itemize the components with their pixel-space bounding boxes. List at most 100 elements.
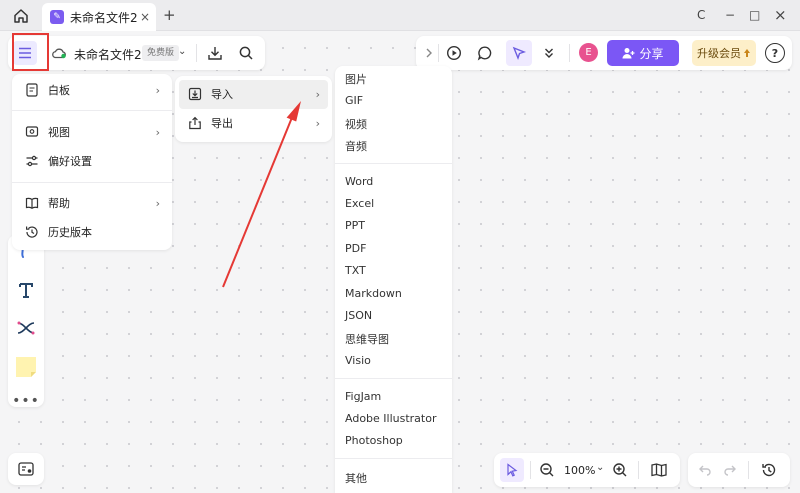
connector-icon[interactable] bbox=[15, 317, 37, 339]
book-icon bbox=[24, 195, 40, 211]
tools-panel: ••• bbox=[8, 235, 44, 409]
chevron-down-icon[interactable]: ⌄ bbox=[178, 46, 186, 57]
menu-item-label: 导入 bbox=[211, 88, 233, 101]
zoom-dropdown-icon[interactable]: ⌄ bbox=[596, 462, 604, 473]
import-option-video[interactable]: 视频 bbox=[345, 116, 367, 132]
add-tab-button[interactable]: + bbox=[163, 6, 179, 24]
import-option-audio[interactable]: 音频 bbox=[345, 138, 367, 154]
zoom-out-icon[interactable] bbox=[538, 461, 556, 479]
import-option-illustrator[interactable]: Adobe Illustrator bbox=[345, 412, 437, 425]
import-option-ppt[interactable]: PPT bbox=[345, 219, 365, 232]
comment-icon[interactable] bbox=[476, 44, 494, 62]
home-icon[interactable] bbox=[10, 5, 32, 27]
menu-item-import[interactable]: 导入 › bbox=[175, 81, 332, 107]
share-button[interactable]: 分享 bbox=[607, 40, 679, 66]
menu-item-history[interactable]: 历史版本 bbox=[12, 219, 172, 245]
highlight-box bbox=[12, 33, 49, 71]
chevrons-down-icon[interactable] bbox=[540, 44, 558, 62]
zoom-in-icon[interactable] bbox=[611, 461, 629, 479]
zoom-panel: 100% ⌄ bbox=[494, 453, 680, 487]
select-cursor-icon[interactable] bbox=[500, 458, 524, 482]
chevron-right-icon: › bbox=[155, 125, 160, 139]
import-option-photoshop[interactable]: Photoshop bbox=[345, 434, 403, 447]
chevron-right-icon: › bbox=[315, 87, 320, 101]
search-icon[interactable] bbox=[237, 44, 255, 62]
user-add-icon bbox=[622, 48, 635, 59]
download-icon[interactable] bbox=[206, 44, 224, 62]
upgrade-label: 升级会员 bbox=[697, 47, 741, 60]
refresh-icon[interactable]: C bbox=[697, 6, 715, 24]
export-icon bbox=[187, 115, 203, 131]
menu-item-preferences[interactable]: 偏好设置 bbox=[12, 148, 172, 174]
import-option-visio[interactable]: Visio bbox=[345, 354, 371, 367]
tab-title: 未命名文件2 bbox=[70, 10, 138, 25]
menu-item-view[interactable]: 视图 › bbox=[12, 119, 172, 145]
undo-icon[interactable] bbox=[697, 462, 713, 478]
tab-close-icon[interactable]: × bbox=[140, 10, 150, 24]
settings-icon bbox=[24, 153, 40, 169]
document-tab[interactable]: ✎ 未命名文件2 × bbox=[42, 3, 156, 31]
more-tools-icon[interactable]: ••• bbox=[12, 390, 39, 412]
zoom-level[interactable]: 100% bbox=[564, 464, 595, 477]
file-name[interactable]: 未命名文件2 bbox=[74, 46, 142, 63]
plan-badge: 免费版 bbox=[142, 45, 180, 61]
chevron-right-icon: › bbox=[155, 83, 160, 97]
import-option-json[interactable]: JSON bbox=[345, 309, 372, 322]
whiteboard-icon bbox=[24, 82, 40, 98]
menu-divider bbox=[12, 182, 172, 183]
import-option-image[interactable]: 图片 bbox=[345, 71, 367, 87]
menu-item-label: 帮助 bbox=[48, 197, 70, 210]
import-submenu: 图片 GIF 视频 音频 Word Excel PPT PDF TXT Mark… bbox=[335, 66, 452, 493]
import-option-txt[interactable]: TXT bbox=[345, 264, 366, 277]
divider bbox=[438, 44, 439, 62]
menu-item-label: 视图 bbox=[48, 126, 70, 139]
menu-item-label: 白板 bbox=[48, 84, 70, 97]
help-icon[interactable]: ? bbox=[765, 43, 785, 63]
history-icon[interactable] bbox=[760, 461, 778, 479]
close-window-button[interactable]: × bbox=[774, 6, 792, 24]
redo-icon[interactable] bbox=[722, 462, 738, 478]
whiteboard-submenu: 导入 › 导出 › bbox=[175, 76, 332, 142]
divider bbox=[569, 44, 570, 62]
divider bbox=[530, 461, 531, 479]
history-icon bbox=[24, 224, 40, 240]
play-icon[interactable] bbox=[445, 44, 463, 62]
menu-item-label: 历史版本 bbox=[48, 226, 92, 239]
divider bbox=[748, 461, 749, 479]
collapse-icon[interactable] bbox=[420, 44, 438, 62]
import-option-pdf[interactable]: PDF bbox=[345, 242, 366, 255]
divider bbox=[638, 461, 639, 479]
main-menu: 白板 › 视图 › 偏好设置 帮助 › 历史版本 bbox=[12, 74, 172, 250]
menu-item-export[interactable]: 导出 › bbox=[175, 110, 332, 136]
import-icon bbox=[187, 86, 203, 102]
import-option-word[interactable]: Word bbox=[345, 175, 373, 188]
import-option-markdown[interactable]: Markdown bbox=[345, 287, 402, 300]
import-option-gif[interactable]: GIF bbox=[345, 94, 363, 107]
chevron-right-icon: › bbox=[155, 196, 160, 210]
avatar[interactable]: E bbox=[579, 43, 598, 62]
collab-toolbar: E 分享 升级会员 ? bbox=[416, 36, 792, 70]
menu-divider bbox=[335, 378, 452, 379]
minimize-button[interactable]: − bbox=[725, 6, 743, 24]
app-logo-icon: ✎ bbox=[50, 10, 64, 24]
divider bbox=[196, 44, 197, 62]
arrow-up-icon bbox=[744, 49, 750, 57]
menu-item-whiteboard[interactable]: 白板 › bbox=[12, 77, 172, 103]
import-option-other[interactable]: 其他 bbox=[345, 470, 367, 486]
sticky-note-icon[interactable] bbox=[15, 356, 37, 378]
cloud-sync-icon bbox=[50, 45, 68, 61]
import-option-mindmap[interactable]: 思维导图 bbox=[345, 331, 389, 347]
text-tool-icon[interactable] bbox=[15, 279, 37, 301]
import-option-figjam[interactable]: FigJam bbox=[345, 390, 381, 403]
menu-divider bbox=[335, 163, 452, 164]
laser-pointer-icon[interactable] bbox=[506, 40, 532, 66]
maximize-button[interactable]: □ bbox=[749, 6, 767, 24]
import-option-excel[interactable]: Excel bbox=[345, 197, 374, 210]
share-label: 分享 bbox=[639, 46, 664, 61]
map-icon[interactable] bbox=[650, 461, 668, 479]
upgrade-button[interactable]: 升级会员 bbox=[692, 40, 756, 66]
chevron-right-icon: › bbox=[315, 116, 320, 130]
minimap-panel bbox=[8, 453, 44, 485]
minimap-icon[interactable] bbox=[17, 461, 35, 477]
menu-item-help[interactable]: 帮助 › bbox=[12, 190, 172, 216]
